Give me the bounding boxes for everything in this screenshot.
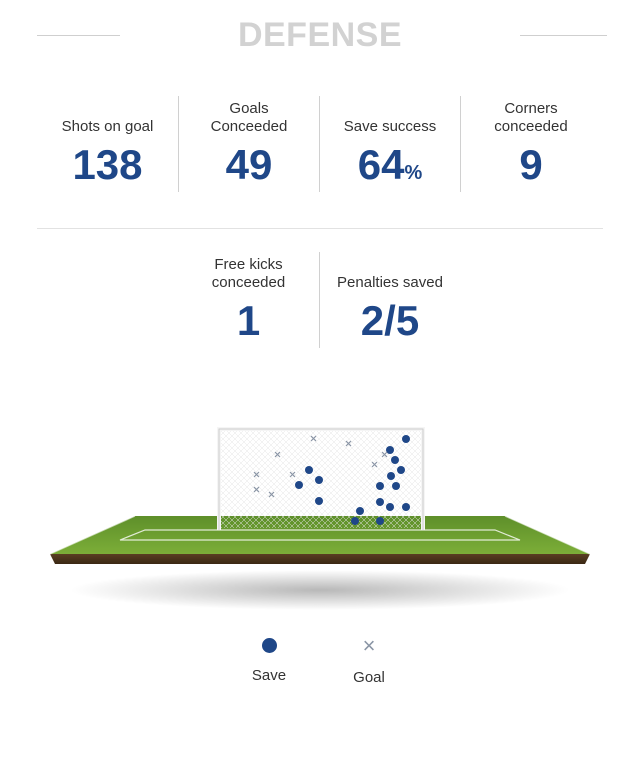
stats-row-secondary: Free kicks conceeded 1 Penalties saved 2…: [178, 252, 462, 348]
save-marker: [376, 482, 384, 490]
stat-goals-conceeded: Goals Conceeded 49: [178, 96, 319, 192]
goal-svg: [49, 427, 591, 610]
stat-penalties-saved: Penalties saved 2/5: [319, 252, 460, 348]
stat-value: 9: [519, 141, 543, 188]
save-marker: [305, 466, 313, 474]
save-marker: [387, 472, 395, 480]
stat-shots-on-goal: Shots on goal 138: [37, 96, 178, 192]
dot-icon: [261, 638, 277, 653]
stat-value: 2/5: [360, 297, 420, 344]
section-header: DEFENSE: [0, 14, 640, 58]
stat-label: Shots on goal: [61, 118, 154, 135]
x-icon: ×: [362, 633, 376, 658]
stat-value: 138: [72, 141, 143, 188]
header-rule-right: [520, 35, 607, 36]
save-marker: [392, 482, 400, 490]
save-marker: [356, 507, 364, 515]
save-marker: [386, 503, 394, 511]
stat-label: Save success: [343, 118, 437, 135]
legend-label: Save: [251, 667, 287, 684]
save-marker: [391, 456, 399, 464]
save-marker: [386, 446, 394, 454]
save-marker: [402, 503, 410, 511]
save-marker: [351, 517, 359, 525]
pitch-shadow: [70, 570, 570, 610]
stats-divider: [37, 228, 603, 229]
stat-label: Free kicks conceeded: [211, 256, 286, 291]
save-marker: [295, 481, 303, 489]
stat-corners-conceeded: Corners conceeded 9: [460, 96, 601, 192]
save-marker: [376, 498, 384, 506]
legend-save: Save: [229, 636, 309, 684]
goal-illustration: [40, 418, 600, 618]
stat-label: Goals Conceeded: [210, 100, 288, 135]
save-marker: [402, 435, 410, 443]
chart-legend: Save × Goal: [0, 633, 640, 696]
save-marker: [376, 517, 384, 525]
stat-save-success: Save success 64%: [319, 96, 460, 192]
stat-value: 64%: [357, 141, 423, 188]
save-marker: [315, 497, 323, 505]
legend-goal: × Goal: [329, 633, 409, 687]
stat-value: 1: [236, 297, 261, 344]
stat-value: 49: [225, 141, 273, 188]
stat-free-kicks-conceeded: Free kicks conceeded 1: [178, 252, 319, 348]
stat-label: Penalties saved: [337, 274, 443, 291]
stats-row-primary: Shots on goal 138 Goals Conceeded 49 Sav…: [37, 96, 603, 192]
save-marker: [315, 476, 323, 484]
stat-label: Corners conceeded: [494, 100, 568, 135]
save-marker: [397, 466, 405, 474]
legend-label: Goal: [353, 669, 385, 686]
pitch-soil: [50, 554, 590, 564]
